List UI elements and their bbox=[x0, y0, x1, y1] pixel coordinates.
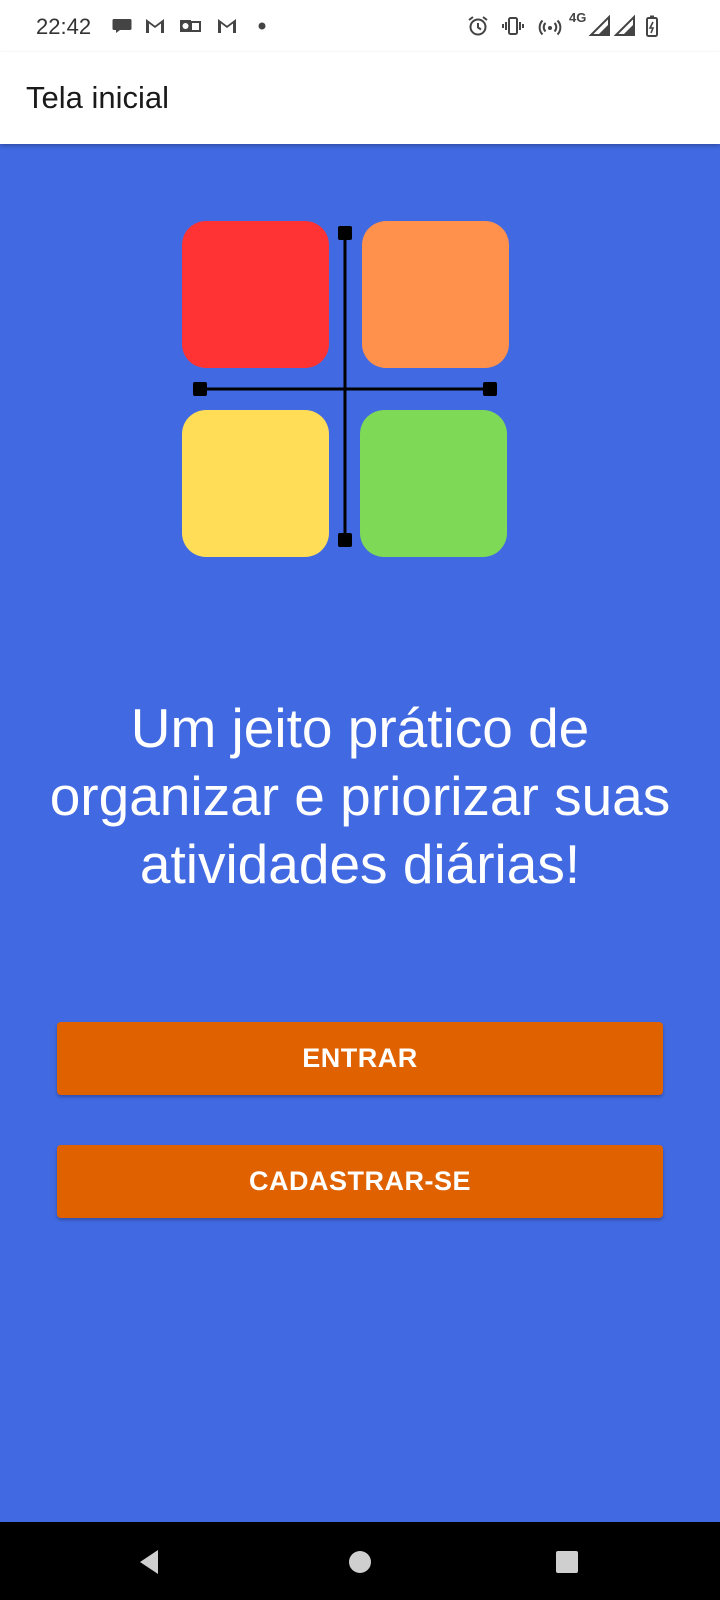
tagline: Um jeito prático de organizar e prioriza… bbox=[49, 697, 671, 895]
battery-charging-icon bbox=[646, 15, 658, 37]
status-bar: 22:42 4G bbox=[0, 0, 720, 52]
chat-bubble-icon bbox=[112, 19, 132, 33]
hotspot-icon bbox=[538, 19, 562, 36]
logo-axis-handle-left bbox=[193, 382, 207, 396]
logo-axis-handle-bottom bbox=[338, 533, 352, 547]
gmail-icon bbox=[146, 19, 164, 33]
recents-icon[interactable] bbox=[549, 1544, 585, 1580]
network-4g-icon: 4G bbox=[569, 10, 587, 25]
alarm-icon bbox=[468, 16, 488, 36]
gmail-icon bbox=[218, 19, 236, 33]
logo-square-red bbox=[182, 221, 329, 368]
main-content: Um jeito prático de organizar e prioriza… bbox=[0, 144, 720, 1522]
outlook-icon bbox=[180, 20, 201, 32]
status-time: 22:42 bbox=[36, 14, 92, 39]
logo-axis-handle-top bbox=[338, 226, 352, 240]
signal-icon bbox=[613, 14, 635, 36]
logo-square-orange bbox=[362, 221, 509, 368]
logo-square-yellow bbox=[182, 410, 329, 557]
home-icon[interactable] bbox=[342, 1544, 378, 1580]
logo-axis-handle-right bbox=[483, 382, 497, 396]
dot-icon bbox=[258, 22, 266, 30]
signup-button[interactable]: CADASTRAR-SE bbox=[57, 1145, 663, 1218]
vibrate-icon bbox=[502, 17, 524, 35]
navigation-bar bbox=[0, 1522, 720, 1600]
app-bar: Tela inicial bbox=[0, 52, 720, 144]
back-icon[interactable] bbox=[131, 1544, 167, 1580]
page-title: Tela inicial bbox=[26, 80, 170, 115]
signal-icon bbox=[588, 14, 610, 36]
enter-button[interactable]: ENTRAR bbox=[57, 1022, 663, 1095]
priority-matrix-logo bbox=[182, 221, 509, 557]
logo-square-green bbox=[360, 410, 507, 557]
